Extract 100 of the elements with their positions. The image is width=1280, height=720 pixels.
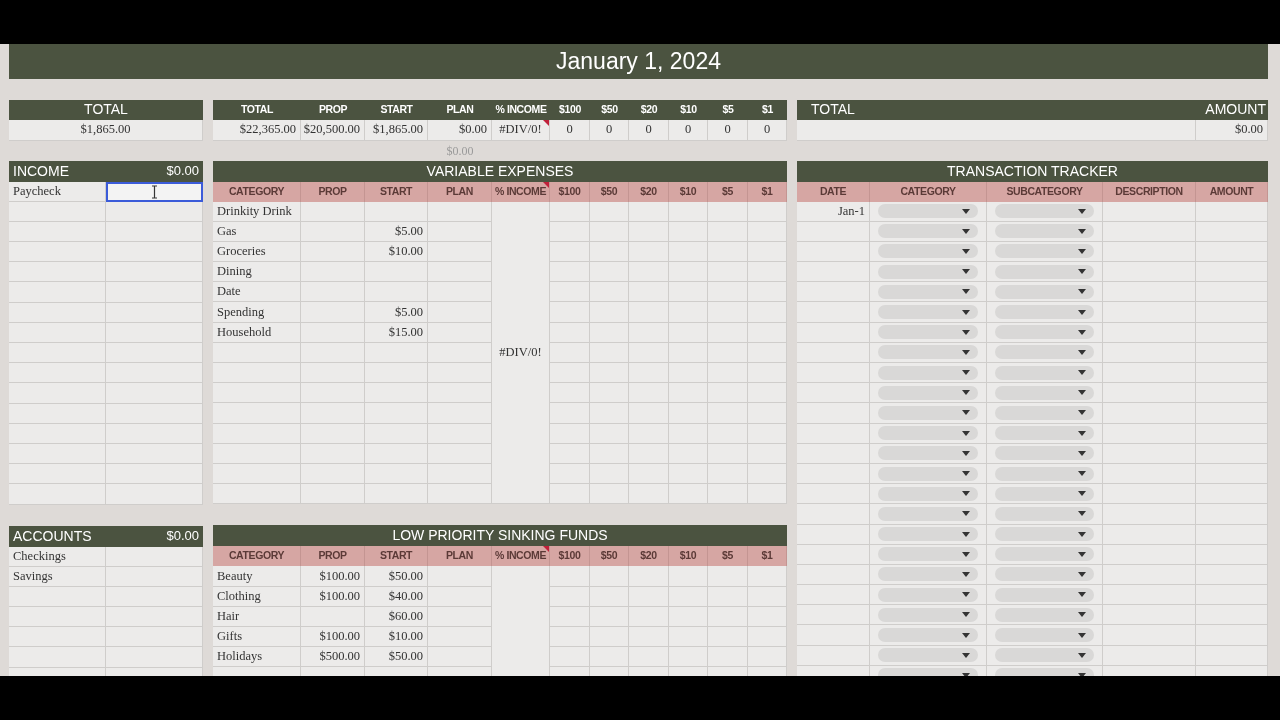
caret-icon (1078, 531, 1086, 537)
column-header: PLAN (428, 181, 492, 202)
category-cell: Date (213, 282, 301, 303)
summary-value: $20,500.00 (301, 119, 365, 141)
summary-value: 0 (629, 119, 669, 141)
caret-icon (1078, 471, 1086, 477)
category-cell: Hair (213, 606, 301, 627)
amount-cell: $5.00 (365, 221, 428, 242)
row-label: Checkings (9, 546, 106, 567)
caret-icon (1078, 491, 1086, 497)
row-label: Paycheck (9, 181, 106, 202)
summary-value: 0 (708, 119, 748, 141)
summary-value: $22,365.00 (213, 119, 301, 141)
column-header: START (365, 99, 428, 120)
column-header: $1 (748, 181, 787, 202)
caret-icon (962, 652, 970, 658)
caret-icon (962, 289, 970, 295)
category-cell: Drinkity Drink (213, 201, 301, 222)
section-title: INCOME (13, 161, 69, 181)
column-header: $100 (550, 181, 590, 202)
section-title: TRANSACTION TRACKER (797, 160, 1268, 182)
summary-value: 0 (669, 119, 708, 141)
caret-icon (962, 551, 970, 557)
column-header: $20 (629, 99, 669, 120)
caret-icon (962, 329, 970, 335)
amount-cell: $500.00 (301, 647, 365, 668)
amount-cell: $100.00 (301, 586, 365, 607)
caret-icon (962, 390, 970, 396)
section-total: $0.00 (166, 162, 199, 181)
column-header: CATEGORY (213, 181, 301, 202)
column-header: PROP (301, 99, 365, 120)
column-header: START (365, 546, 428, 567)
caret-icon (1078, 349, 1086, 355)
amount-header: AMOUNT (1205, 100, 1266, 119)
caret-icon (962, 592, 970, 598)
column-header: SUBCATEGORY (987, 181, 1103, 202)
summary-value: $0.00 (428, 119, 492, 141)
column-header: $1 (748, 546, 787, 567)
selected-cell[interactable] (106, 181, 203, 202)
amount-cell: $10.00 (365, 626, 428, 648)
caret-icon (962, 370, 970, 376)
column-header: $5 (708, 546, 748, 567)
column-header: $20 (629, 546, 669, 567)
summary-value: 0 (550, 119, 590, 141)
summary-value: 0 (590, 119, 629, 141)
column-header: $10 (669, 181, 708, 202)
caret-icon (1078, 370, 1086, 376)
column-header: $100 (550, 546, 590, 567)
caret-icon (962, 410, 970, 416)
column-header: % INCOME (492, 546, 550, 567)
amount-cell: $10.00 (365, 241, 428, 263)
amount-cell: $100.00 (301, 566, 365, 587)
value-cell[interactable] (106, 546, 203, 567)
column-header: CATEGORY (213, 546, 301, 567)
total-header: TOTAL (9, 99, 203, 120)
amount-cell: $100.00 (301, 626, 365, 648)
caret-icon (962, 632, 970, 638)
summary-value: 0 (748, 119, 787, 141)
column-header: CATEGORY (870, 181, 987, 202)
amount-cell: $5.00 (365, 302, 428, 323)
value-cell[interactable] (106, 566, 203, 587)
category-cell: Gas (213, 221, 301, 242)
column-header: $50 (590, 181, 629, 202)
caret-icon (1078, 430, 1086, 436)
caret-icon (1078, 329, 1086, 335)
amount-cell: $40.00 (365, 586, 428, 607)
plan-subtotal: $0.00 (446, 142, 474, 160)
total-value: $1,865.00 (9, 119, 203, 141)
caret-icon (1078, 450, 1086, 456)
caret-icon (962, 228, 970, 234)
amount-value: $0.00 (1196, 119, 1268, 141)
caret-icon (962, 672, 970, 676)
caret-icon (962, 531, 970, 537)
caret-icon (962, 349, 970, 355)
category-cell: Gifts (213, 626, 301, 648)
date-title-bar: January 1, 2024 (9, 44, 1268, 79)
caret-icon (962, 511, 970, 517)
date-cell: Jan-1 (797, 201, 870, 222)
column-header: $5 (708, 99, 748, 120)
caret-icon (1078, 632, 1086, 638)
column-header: PLAN (428, 546, 492, 567)
caret-icon (1078, 390, 1086, 396)
column-header: % INCOME (492, 181, 550, 202)
amount-cell: $50.00 (365, 647, 428, 668)
section-title: VARIABLE EXPENSES (213, 160, 787, 182)
category-cell: Groceries (213, 241, 301, 263)
total-header: TOTAL (811, 100, 855, 119)
caret-icon (962, 430, 970, 436)
caret-icon (1078, 309, 1086, 315)
summary-value: $1,865.00 (365, 119, 428, 141)
column-header: AMOUNT (1196, 181, 1268, 202)
amount-cell: $60.00 (365, 606, 428, 627)
category-cell: Household (213, 322, 301, 343)
column-header: $50 (590, 99, 629, 120)
category-cell: Clothing (213, 586, 301, 607)
column-header: PLAN (428, 99, 492, 120)
summary-value: #DIV/0! (492, 119, 550, 141)
caret-icon (1078, 592, 1086, 598)
caret-icon (1078, 511, 1086, 517)
section-title: LOW PRIORITY SINKING FUNDS (213, 525, 787, 547)
